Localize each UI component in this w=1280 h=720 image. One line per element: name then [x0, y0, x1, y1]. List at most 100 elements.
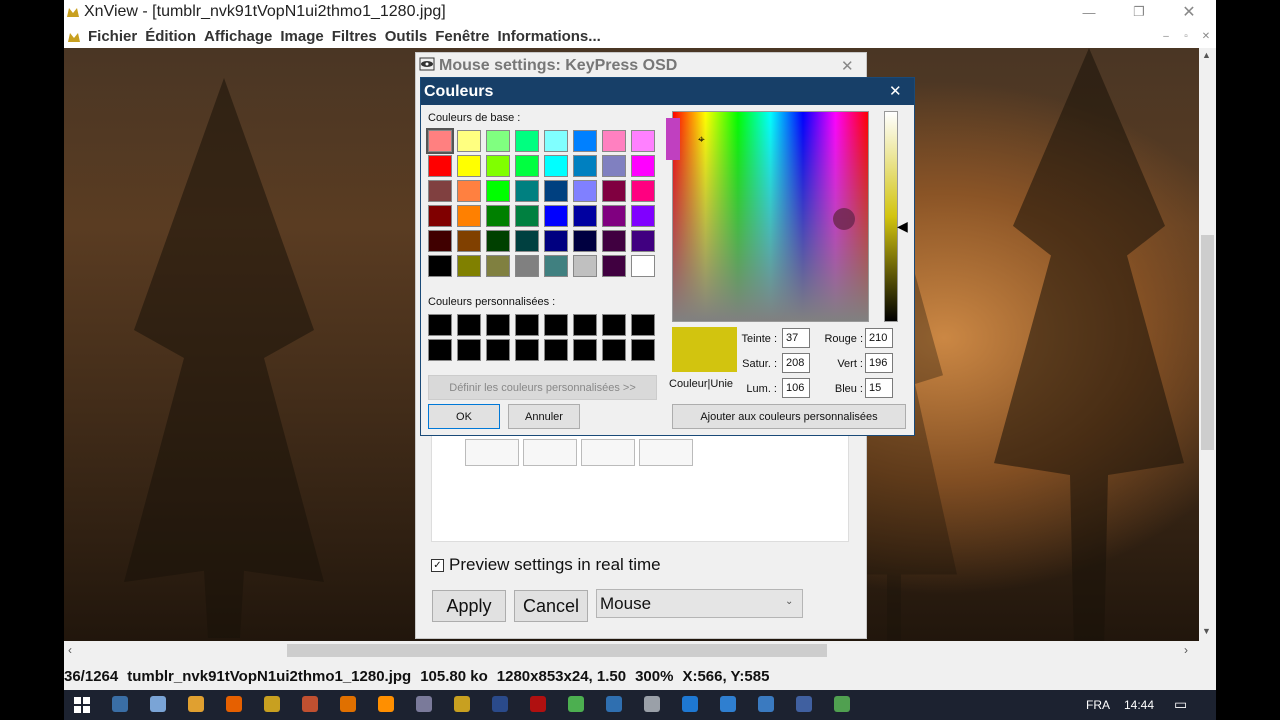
base-color-swatch[interactable] — [515, 155, 539, 177]
language-indicator[interactable]: FRA — [1086, 698, 1110, 712]
base-color-swatch[interactable] — [428, 230, 452, 252]
sublime-icon[interactable] — [340, 696, 356, 712]
cancel-button[interactable]: Cancel — [514, 590, 588, 622]
add-custom-button[interactable]: Ajouter aux couleurs personnalisées — [672, 404, 906, 429]
start-icon[interactable] — [74, 697, 90, 718]
base-color-swatch[interactable] — [515, 230, 539, 252]
menu-outils[interactable]: Outils — [385, 28, 428, 45]
mdi-close-button[interactable]: ✕ — [1197, 27, 1215, 45]
base-color-swatch[interactable] — [486, 255, 510, 277]
menu-edition[interactable]: Édition — [145, 28, 196, 45]
app-icon[interactable] — [796, 696, 812, 712]
base-color-swatch[interactable] — [428, 255, 452, 277]
base-color-swatch[interactable] — [573, 205, 597, 227]
scroll-right-icon[interactable]: › — [1184, 643, 1188, 657]
setting-box[interactable] — [581, 439, 635, 466]
base-color-swatch[interactable] — [544, 130, 568, 152]
base-color-swatch[interactable] — [515, 180, 539, 202]
photoshop-icon[interactable] — [454, 696, 470, 712]
bleu-field[interactable]: 15 — [865, 378, 893, 398]
base-color-swatch[interactable] — [544, 205, 568, 227]
custom-color-swatch[interactable] — [486, 314, 510, 336]
custom-color-swatch[interactable] — [428, 314, 452, 336]
base-color-swatch[interactable] — [457, 255, 481, 277]
satur-field[interactable]: 208 — [782, 353, 810, 373]
base-color-swatch[interactable] — [428, 155, 452, 177]
base-color-swatch[interactable] — [544, 155, 568, 177]
menu-fichier[interactable]: Fichier — [88, 28, 137, 45]
scroll-left-icon[interactable]: ‹ — [68, 643, 72, 657]
custom-color-swatch[interactable] — [486, 339, 510, 361]
xnview-icon[interactable] — [416, 696, 432, 712]
settings-icon[interactable] — [606, 696, 622, 712]
vertical-scroll-thumb[interactable] — [1201, 235, 1214, 450]
base-color-swatch[interactable] — [544, 180, 568, 202]
luminance-arrow-icon[interactable]: ◀ — [897, 218, 908, 235]
close-button[interactable]: ✕ — [1169, 0, 1209, 24]
base-color-swatch[interactable] — [515, 130, 539, 152]
menu-affichage[interactable]: Affichage — [204, 28, 272, 45]
base-color-swatch[interactable] — [602, 155, 626, 177]
base-color-swatch[interactable] — [486, 130, 510, 152]
remote-desktop-icon[interactable] — [568, 696, 584, 712]
base-color-swatch[interactable] — [573, 230, 597, 252]
mdi-minimize-button[interactable]: – — [1157, 27, 1175, 45]
base-color-swatch[interactable] — [631, 155, 655, 177]
base-color-swatch[interactable] — [486, 205, 510, 227]
git-icon[interactable] — [264, 696, 280, 712]
clock[interactable]: 14:44 — [1124, 698, 1154, 712]
mode-select[interactable]: Mouse ⌄ — [596, 589, 803, 618]
notification-icon[interactable]: ▭ — [1174, 696, 1187, 713]
xnview-menu-icon[interactable] — [67, 30, 80, 43]
apply-button[interactable]: Apply — [432, 590, 506, 622]
ok-button[interactable]: OK — [428, 404, 500, 429]
xnview-icon[interactable] — [226, 696, 242, 712]
menu-fenetre[interactable]: Fenêtre — [435, 28, 489, 45]
lum-field[interactable]: 106 — [782, 378, 810, 398]
custom-color-swatch[interactable] — [602, 314, 626, 336]
base-color-swatch[interactable] — [631, 205, 655, 227]
base-color-swatch[interactable] — [631, 255, 655, 277]
network-icon[interactable] — [682, 696, 698, 712]
scroll-down-icon[interactable]: ▼ — [1202, 626, 1211, 636]
base-color-swatch[interactable] — [457, 205, 481, 227]
base-color-swatch[interactable] — [631, 180, 655, 202]
notepad-icon[interactable] — [758, 696, 774, 712]
custom-color-swatch[interactable] — [515, 339, 539, 361]
custom-color-swatch[interactable] — [544, 339, 568, 361]
custom-color-swatch[interactable] — [457, 339, 481, 361]
vert-field[interactable]: 196 — [865, 353, 893, 373]
base-color-swatch[interactable] — [602, 230, 626, 252]
custom-color-swatch[interactable] — [631, 314, 655, 336]
vlc-icon[interactable] — [302, 696, 318, 712]
define-custom-button[interactable]: Définir les couleurs personnalisées >> — [428, 375, 657, 400]
edge-icon[interactable] — [644, 696, 660, 712]
base-color-swatch[interactable] — [457, 230, 481, 252]
firefox-icon[interactable] — [188, 696, 204, 712]
maximize-button[interactable]: ❐ — [1119, 0, 1159, 24]
obs-icon[interactable] — [378, 696, 394, 712]
custom-color-swatch[interactable] — [515, 314, 539, 336]
mdi-restore-button[interactable]: ▫ — [1177, 27, 1195, 45]
base-color-swatch[interactable] — [602, 255, 626, 277]
task-view-icon[interactable] — [112, 696, 128, 712]
base-color-swatch[interactable] — [631, 130, 655, 152]
setting-box[interactable] — [639, 439, 693, 466]
rouge-field[interactable]: 210 — [865, 328, 893, 348]
base-color-swatch[interactable] — [486, 155, 510, 177]
custom-color-swatch[interactable] — [573, 339, 597, 361]
base-color-swatch[interactable] — [457, 130, 481, 152]
base-color-swatch[interactable] — [602, 130, 626, 152]
minimize-button[interactable]: — — [1069, 0, 1109, 24]
custom-color-swatch[interactable] — [544, 314, 568, 336]
file-explorer-icon[interactable] — [150, 696, 166, 712]
custom-color-swatch[interactable] — [457, 314, 481, 336]
base-color-swatch[interactable] — [573, 130, 597, 152]
base-color-swatch[interactable] — [573, 155, 597, 177]
menu-informations[interactable]: Informations... — [497, 28, 600, 45]
setting-box[interactable] — [523, 439, 577, 466]
keypress-icon[interactable] — [834, 696, 850, 712]
base-color-swatch[interactable] — [631, 230, 655, 252]
close-icon[interactable]: ✕ — [889, 82, 902, 100]
base-color-swatch[interactable] — [457, 180, 481, 202]
